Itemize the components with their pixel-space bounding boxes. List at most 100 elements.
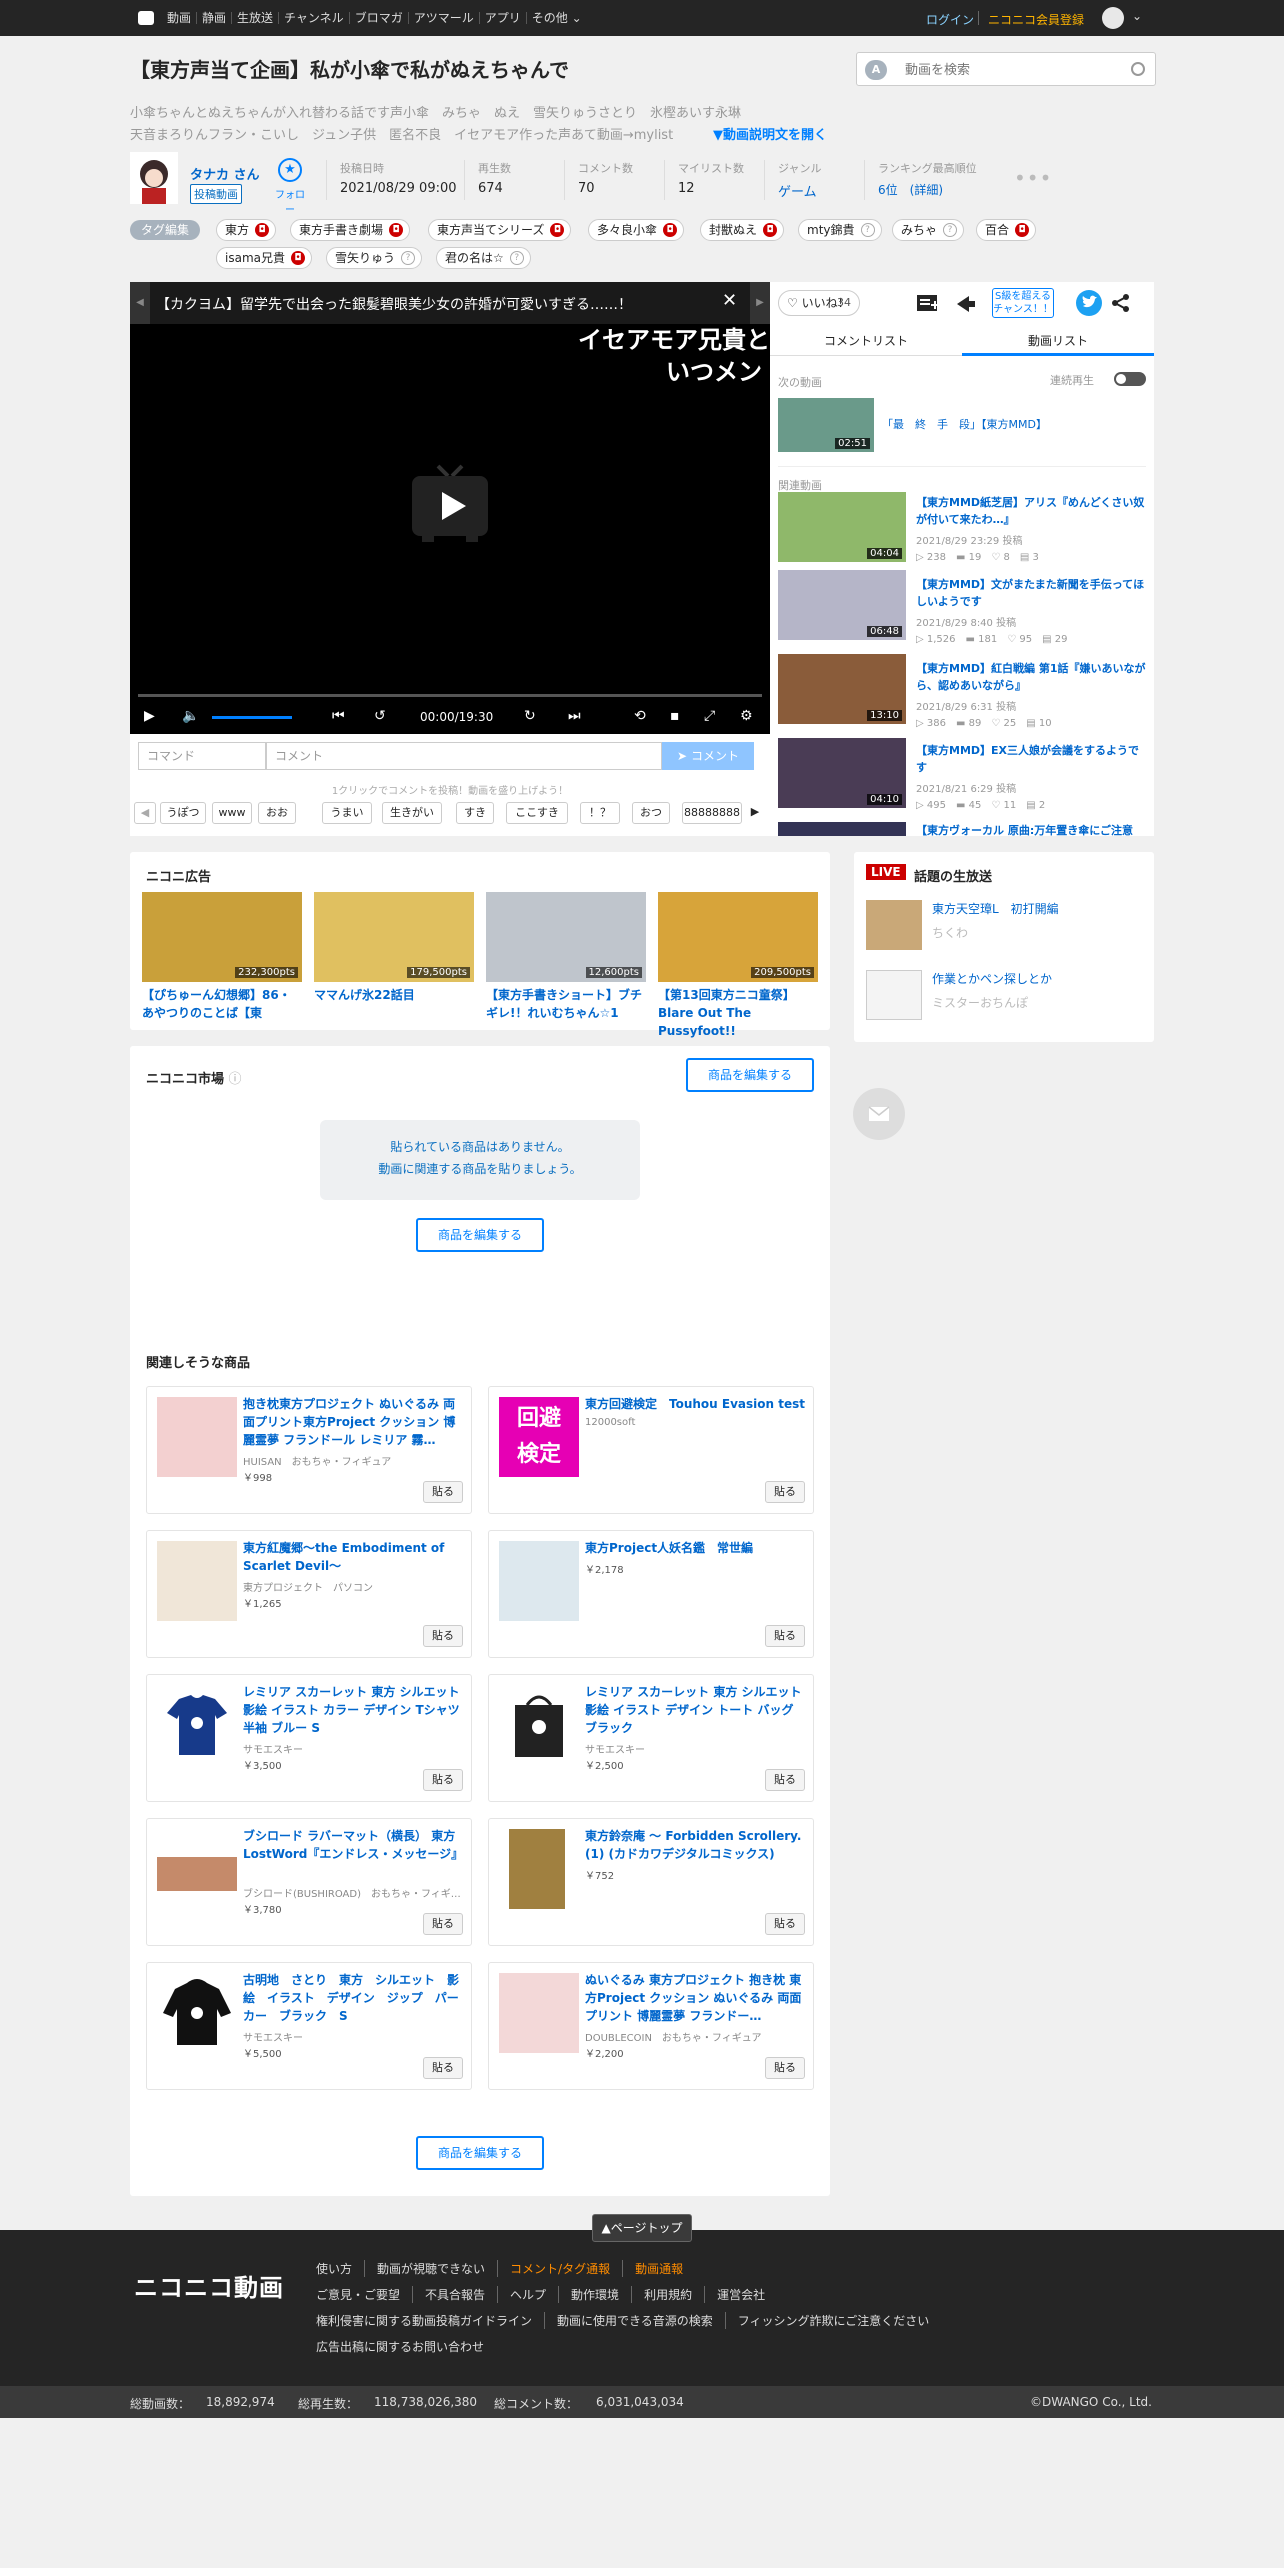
niconico-logo[interactable]: ニコニコ動画	[134, 2268, 284, 2303]
product-title[interactable]: レミリア スカーレット 東方 シルエット 影絵 イラスト デザイン トート バッ…	[585, 1683, 809, 1737]
footer-link[interactable]: 権利侵害に関する動画投稿ガイドライン	[316, 2312, 544, 2329]
quick-comment-chip[interactable]: おつ	[632, 802, 670, 824]
search-icon[interactable]	[1131, 62, 1145, 76]
nicoad-icon[interactable]	[954, 292, 978, 314]
owner-videos-badge[interactable]: 投稿動画	[190, 184, 242, 204]
tag-edit-button[interactable]: タグ編集	[130, 220, 200, 240]
rewind-10-icon[interactable]: ↺	[374, 708, 386, 724]
chips-prev-icon[interactable]: ◀	[134, 802, 156, 824]
paste-button[interactable]: 貼る	[423, 1769, 463, 1791]
product-image[interactable]	[509, 1829, 565, 1909]
paste-button[interactable]: 貼る	[765, 1913, 805, 1935]
description-toggle[interactable]: ▼動画説明文を開く	[713, 124, 827, 143]
product-image[interactable]	[157, 1541, 237, 1621]
settings-gear-icon[interactable]: ⚙	[740, 708, 753, 724]
owner-name[interactable]: タナカ さん	[190, 164, 260, 183]
edit-products-button[interactable]: 商品を編集する	[416, 2136, 544, 2170]
play-tv-icon[interactable]	[408, 462, 492, 546]
tag-item[interactable]: 君の名は☆?	[436, 247, 531, 269]
footer-link[interactable]: 動画通報	[622, 2260, 695, 2277]
paste-button[interactable]: 貼る	[423, 1481, 463, 1503]
fullscreen-icon[interactable]: ⤢	[704, 708, 715, 724]
volume-icon[interactable]: 🔈	[182, 708, 199, 724]
close-icon[interactable]: ✕	[722, 290, 737, 311]
nav-more[interactable]: その他 ⌄	[527, 12, 587, 24]
tag-item[interactable]: 東方声当てシリーズ ◘	[428, 219, 572, 241]
mylist-add-icon[interactable]	[916, 292, 940, 314]
play-icon[interactable]: ▶	[144, 708, 155, 724]
video-player[interactable]: ◀ 【カクヨム】留学先で出会った銀髪碧眼美少女の許婚が可愛いすぎる……！ ✕ ▶…	[130, 282, 770, 734]
product-image[interactable]	[157, 1829, 237, 1909]
command-input[interactable]: コマンド	[138, 742, 266, 770]
paste-button[interactable]: 貼る	[765, 1625, 805, 1647]
related-video-title[interactable]: 【東方MMD】紅白戦編 第1話『嫌いあいながら、認めあいながら』	[916, 660, 1146, 694]
quick-comment-chip[interactable]: ここすき	[506, 802, 568, 824]
footer-link[interactable]: 使い方	[316, 2260, 364, 2277]
tag-item[interactable]: 東方手書き劇場 ◘	[290, 219, 411, 241]
quick-comment-chip[interactable]: ！？	[580, 802, 620, 824]
product-card[interactable]: 東方鈴奈庵 ～ Forbidden Scrollery. (1) (カドカワデジ…	[488, 1818, 814, 1946]
footer-link[interactable]: 動画に使用できる音源の検索	[544, 2312, 725, 2329]
chips-next-icon[interactable]: ▶	[744, 802, 766, 824]
product-title[interactable]: 抱き枕東方プロジェクト ぬいぐるみ 両面プリント東方Project クッション …	[243, 1395, 467, 1449]
autoplay-toggle[interactable]	[1114, 372, 1146, 386]
player-ad-banner[interactable]: ◀ 【カクヨム】留学先で出会った銀髪碧眼美少女の許婚が可愛いすぎる……！ ✕ ▶	[130, 282, 770, 324]
niconico-tv-icon[interactable]	[138, 11, 154, 25]
avatar-menu-chevron-icon[interactable]: ⌄	[1132, 9, 1142, 23]
forward-10-icon[interactable]: ↻	[524, 708, 536, 724]
banner-prev-icon[interactable]: ◀	[130, 282, 150, 324]
product-card[interactable]: 東方紅魔郷～the Embodiment of Scarlet Devil～ 東方…	[146, 1530, 472, 1658]
volume-slider[interactable]	[212, 716, 292, 719]
tag-item[interactable]: 百合 ◘	[976, 219, 1037, 241]
product-title[interactable]: レミリア スカーレット 東方 シルエット 影絵 イラスト カラー デザイン Tシ…	[243, 1683, 467, 1737]
like-button[interactable]: ♡ いいね！ 34	[778, 290, 860, 316]
related-video-thumbnail[interactable]: 13:10	[778, 654, 906, 724]
tag-item[interactable]: 東方 ◘	[216, 219, 277, 241]
footer-link[interactable]: 不具合報告	[412, 2286, 497, 2303]
product-title[interactable]: 東方紅魔郷～the Embodiment of Scarlet Devil～	[243, 1539, 467, 1575]
seek-bar[interactable]	[138, 694, 762, 697]
follow-button[interactable]: ★ フォロー	[272, 158, 308, 216]
search-input[interactable]	[905, 59, 1115, 79]
footer-link[interactable]: フィッシング詐欺にご注意ください	[724, 2312, 942, 2329]
nav-channel[interactable]: チャンネル	[279, 12, 350, 24]
quick-comment-chip[interactable]: www	[212, 802, 252, 824]
register-link[interactable]: ニコニコ会員登録	[988, 11, 1084, 28]
product-card[interactable]: 回避 検定 東方回避検定 Touhou Evasion test 12000soft 貼…	[488, 1386, 814, 1514]
quick-comment-chip[interactable]: 88888888	[682, 802, 742, 824]
tag-item[interactable]: みちゃ?	[892, 219, 965, 241]
product-image[interactable]	[157, 1973, 237, 2053]
comment-submit-button[interactable]: ➤ コメント	[662, 742, 754, 770]
ad-thumbnail[interactable]: 12,600pts	[486, 892, 646, 982]
product-image[interactable]	[157, 1685, 237, 1765]
product-image[interactable]	[499, 1973, 579, 2053]
page-top-button[interactable]: ▲ページトップ	[592, 2214, 692, 2242]
nav-app[interactable]: アプリ	[480, 12, 527, 24]
ad-title[interactable]: 【東方手書きショート】ブチギレ!！れいむちゃん☆1	[486, 986, 646, 1022]
ad-title[interactable]: ママんげ氷22話目	[314, 986, 474, 1004]
product-image[interactable]	[157, 1397, 237, 1477]
edit-products-button[interactable]: 商品を編集する	[416, 1218, 544, 1252]
related-video-title[interactable]: 【東方MMD紙芝居】アリス『めんどくさい奴が付いて来たわ…』	[916, 494, 1146, 528]
nav-atsumaru[interactable]: アツマール	[409, 12, 480, 24]
next-video-title[interactable]: 「最 終 手 段」【東方MMD】	[882, 416, 1112, 433]
product-image[interactable]	[499, 1541, 579, 1621]
next-video-thumbnail[interactable]: 02:51	[778, 398, 874, 452]
paste-button[interactable]: 貼る	[765, 2057, 805, 2079]
quick-comment-chip[interactable]: 生きがい	[382, 802, 442, 824]
nav-blomaga[interactable]: ブロマガ	[350, 12, 409, 24]
footer-link[interactable]: 動作環境	[558, 2286, 631, 2303]
nav-douga[interactable]: 動画	[162, 12, 198, 24]
paste-button[interactable]: 貼る	[423, 1625, 463, 1647]
skip-forward-icon[interactable]: ⏭	[568, 708, 581, 724]
quick-comment-chip[interactable]: すき	[456, 802, 494, 824]
loop-icon[interactable]: ⟲	[634, 708, 646, 724]
share-icon[interactable]	[1110, 292, 1132, 314]
product-image[interactable]: 回避 検定	[499, 1397, 579, 1477]
product-title[interactable]: 古明地 さとり 東方 シルエット 影絵 イラスト デザイン ジップ パーカー ブ…	[243, 1971, 467, 2025]
footer-link[interactable]: ご意見・ご要望	[316, 2286, 412, 2303]
ad-thumbnail[interactable]: 179,500pts	[314, 892, 474, 982]
footer-link[interactable]: 運営会社	[704, 2286, 777, 2303]
sfive-campaign-button[interactable]: S級を超える チャンス！！	[992, 288, 1054, 318]
live-thumbnail[interactable]	[866, 970, 922, 1020]
